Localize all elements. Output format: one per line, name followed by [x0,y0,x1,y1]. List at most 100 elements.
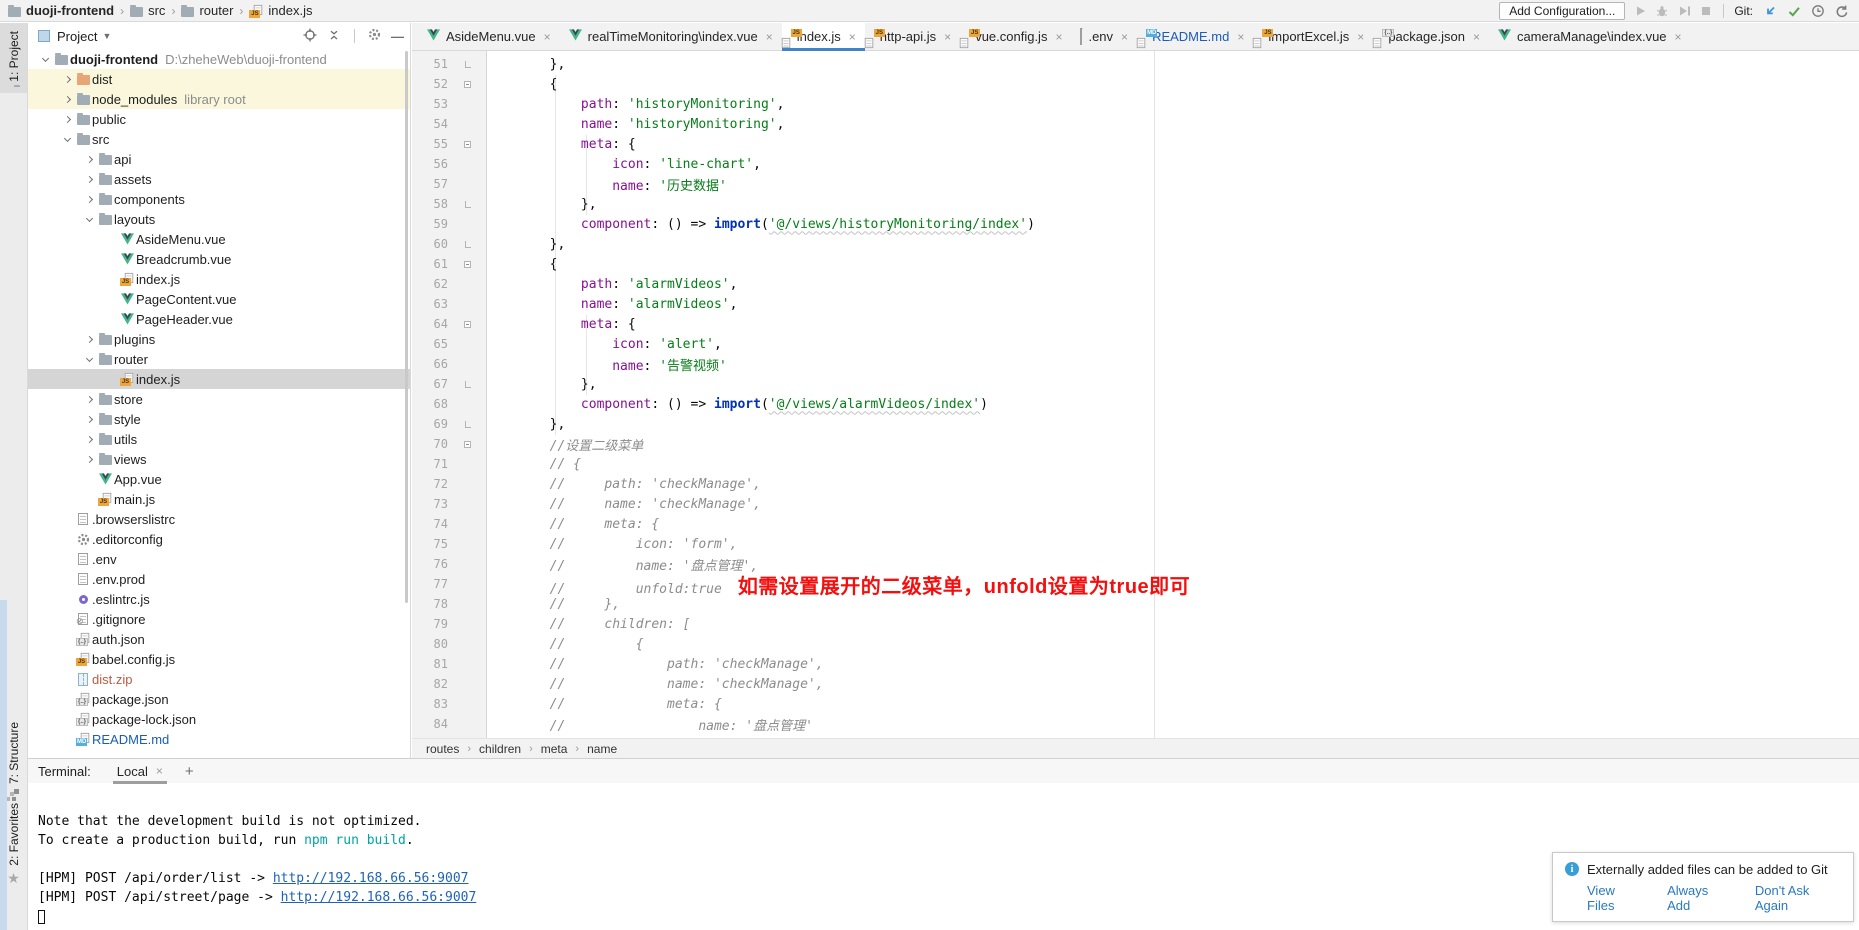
tree-row[interactable]: JSindex.js [28,369,410,389]
tree-row[interactable]: MDREADME.md [28,729,410,749]
close-icon[interactable]: × [1675,30,1682,44]
tree-scrollbar[interactable] [405,51,408,603]
tree-row[interactable]: AsideMenu.vue [28,229,410,249]
line-number[interactable]: 61 [412,257,448,271]
breadcrumb-item[interactable]: router [181,3,233,18]
editor-tab[interactable]: JShttp-api.js× [865,23,960,50]
fold-marker-icon[interactable] [448,201,487,208]
tree-row[interactable]: ⊘.gitignore [28,609,410,629]
tree-row[interactable]: .editorconfig [28,529,410,549]
editor-tab[interactable]: JSvue.config.js× [960,23,1071,50]
line-number[interactable]: 72 [412,477,448,491]
fold-marker-icon[interactable] [448,321,487,328]
run-icon[interactable] [1633,4,1647,18]
chevron-right-icon[interactable] [82,177,96,182]
line-number[interactable]: 68 [412,397,448,411]
editor-breadcrumb-item[interactable]: name [587,742,617,756]
update-project-icon[interactable] [1763,4,1777,18]
chevron-down-icon[interactable] [60,138,74,141]
close-icon[interactable]: × [849,30,856,44]
line-number[interactable]: 57 [412,177,448,191]
editor-tab[interactable]: JSimportExcel.js× [1253,23,1373,50]
stop-icon[interactable] [1699,4,1713,18]
tree-row[interactable]: JSbabel.config.js [28,649,410,669]
editor-breadcrumb-item[interactable]: children [479,742,521,756]
tree-row[interactable]: node_moduleslibrary root [28,89,410,109]
tree-row[interactable]: Breadcrumb.vue [28,249,410,269]
debug-icon[interactable] [1655,4,1669,18]
editor-breadcrumb-item[interactable]: routes [426,742,459,756]
breadcrumb-item[interactable]: duoji-frontend [8,3,114,18]
line-number[interactable]: 65 [412,337,448,351]
tree-row[interactable]: {..}package.json [28,689,410,709]
fold-marker-icon[interactable] [448,61,487,68]
notification-action-don-t-ask-again[interactable]: Don't Ask Again [1755,883,1841,913]
terminal-link[interactable]: http://192.168.66.56:9007 [273,871,469,886]
chevron-right-icon[interactable] [82,337,96,342]
line-number[interactable]: 70 [412,437,448,451]
tree-row[interactable]: store [28,389,410,409]
project-view-icon[interactable] [38,30,50,42]
tree-row[interactable]: components [28,189,410,209]
line-number[interactable]: 60 [412,237,448,251]
tree-row[interactable]: JSmain.js [28,489,410,509]
breadcrumb-item[interactable]: JSindex.js [249,3,312,18]
close-icon[interactable]: × [1121,30,1128,44]
code-editor[interactable]: 51 },52 {53 path: 'historyMonitoring',54… [412,51,1859,738]
close-icon[interactable]: × [1473,30,1480,44]
line-number[interactable]: 77 [412,577,448,591]
tree-row[interactable]: utils [28,429,410,449]
tree-row[interactable]: {..}package-lock.json [28,709,410,729]
line-number[interactable]: 53 [412,97,448,111]
add-configuration-button[interactable]: Add Configuration... [1499,2,1625,20]
editor-tab[interactable]: JSindex.js× [782,23,865,50]
breadcrumb-item[interactable]: src [130,3,165,18]
tree-row[interactable]: PageContent.vue [28,289,410,309]
line-number[interactable]: 62 [412,277,448,291]
fold-marker-icon[interactable] [448,441,487,448]
line-number[interactable]: 82 [412,677,448,691]
tree-row[interactable]: {..}auth.json [28,629,410,649]
close-icon[interactable]: × [156,764,163,778]
line-number[interactable]: 67 [412,377,448,391]
tree-row[interactable]: dist.zip [28,669,410,689]
line-number[interactable]: 64 [412,317,448,331]
chevron-down-icon[interactable] [38,58,52,61]
notification-action-always-add[interactable]: Always Add [1667,883,1731,913]
editor-tab[interactable]: MDREADME.md× [1137,23,1253,50]
tree-row[interactable]: .env [28,549,410,569]
settings-gear-icon[interactable] [368,28,381,41]
editor-tab[interactable]: cameraManage\index.vue× [1489,23,1691,50]
line-number[interactable]: 55 [412,137,448,151]
line-number[interactable]: 52 [412,77,448,91]
terminal-tab-local[interactable]: Local × [113,761,167,782]
line-number[interactable]: 75 [412,537,448,551]
chevron-right-icon[interactable] [82,397,96,402]
editor-breadcrumb-item[interactable]: meta [541,742,568,756]
fold-marker-icon[interactable] [448,421,487,428]
tree-row[interactable]: App.vue [28,469,410,489]
fold-marker-icon[interactable] [448,261,487,268]
tree-row[interactable]: JSindex.js [28,269,410,289]
line-number[interactable]: 59 [412,217,448,231]
collapse-all-icon[interactable] [327,28,341,42]
close-icon[interactable]: × [944,30,951,44]
fold-marker-icon[interactable] [448,381,487,388]
chevron-right-icon[interactable] [82,437,96,442]
tree-row[interactable]: views [28,449,410,469]
chevron-down-icon[interactable] [82,218,96,221]
close-icon[interactable]: × [1237,30,1244,44]
tree-row[interactable]: .browserslistrc [28,509,410,529]
chevron-right-icon[interactable] [82,157,96,162]
fold-marker-icon[interactable] [448,241,487,248]
line-number[interactable]: 83 [412,697,448,711]
commit-icon[interactable] [1787,4,1801,18]
line-number[interactable]: 73 [412,497,448,511]
editor-tab[interactable]: realTimeMonitoring\index.vue× [560,23,782,50]
line-number[interactable]: 63 [412,297,448,311]
tree-row[interactable]: style [28,409,410,429]
chevron-right-icon[interactable] [60,117,74,122]
new-session-icon[interactable]: + [185,763,194,780]
tree-row[interactable]: dist [28,69,410,89]
notification-action-view-files[interactable]: View Files [1587,883,1643,913]
